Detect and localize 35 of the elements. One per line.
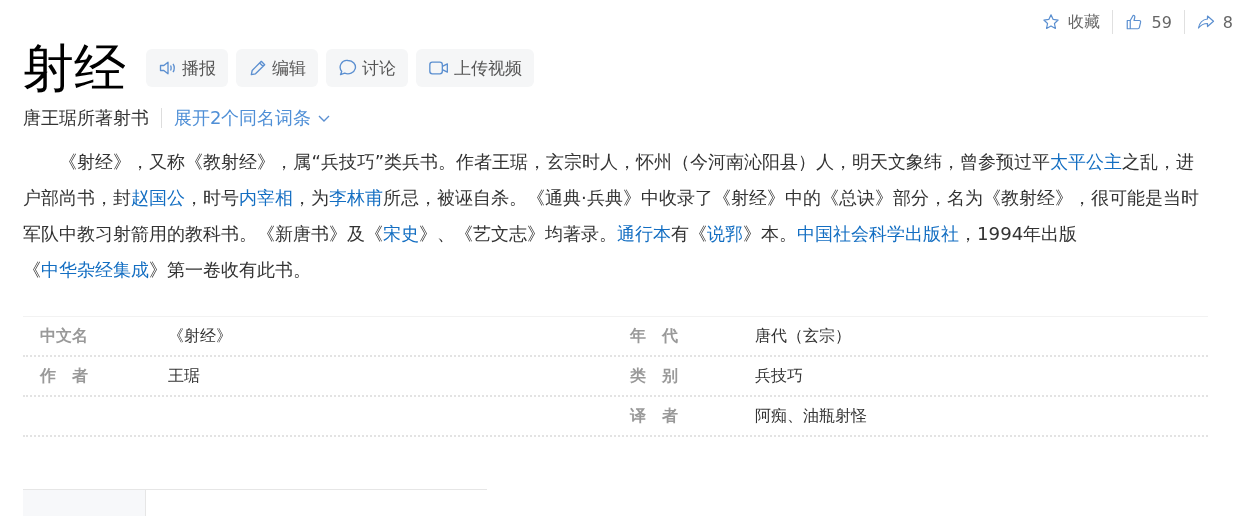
speech-bubble-icon [338,58,358,78]
field-label: 中文名 [40,325,88,347]
upload-video-button[interactable]: 上传视频 [416,49,534,87]
term-link[interactable]: 赵国公 [131,187,185,208]
expand-link[interactable]: 展开2个同名词条 [174,106,332,130]
field-label: 译者 [630,405,678,427]
star-icon [1042,13,1061,31]
term-link[interactable]: 中华杂经集成 [41,259,149,280]
term-link[interactable]: 通行本 [617,223,671,244]
field-value: 《射经》 [168,325,232,345]
field-label: 作者 [40,365,88,387]
term-link[interactable]: 宋史 [383,223,419,244]
term-link[interactable]: 说郛 [707,223,743,244]
summary-paragraph: 《射经》，又称《教射经》，属“兵技巧”类兵书。作者王琚，玄宗时人，怀州（今河南沁阳县）人，明天文象纬，曾参预过平太平公主之乱，进户部尚书，封赵国公，时号内宰相，为李林甫所忌，被诬自杀。《通典·兵典》中收录了《射经》中的《总诀》部分，名为《教射经》，很可能是当时军队中教习射箭用的教科书。《新唐书》及《宋史》、《艺文志》均著录。通行本有《说郛》本。中国社会科学出版社，1994年出版《中华杂经集成》第一卷收有此书。 [23,150,1200,282]
field-value: 王琚 [168,365,200,385]
page-title: 射经 [22,37,126,100]
like-button[interactable]: 59 [1125,12,1172,32]
read-aloud-button[interactable]: 播报 [146,49,228,87]
term-link[interactable]: 内宰相 [239,187,293,208]
term-link[interactable]: 李林甫 [329,187,383,208]
share-button[interactable]: 8 [1196,12,1233,32]
field-label: 类别 [630,365,678,387]
edit-button[interactable]: 编辑 [236,49,318,87]
share-icon [1196,13,1215,31]
term-link[interactable]: 中国社会科学出版社 [797,223,959,244]
discuss-button[interactable]: 讨论 [326,49,408,87]
subtitle: 唐王琚所著射书 [23,106,149,130]
field-value: 兵技巧 [755,365,803,385]
favorite-button[interactable]: 收藏 [1042,11,1101,33]
field-value: 阿痴、油瓶射怪 [755,405,867,425]
field-label: 年代 [630,325,678,347]
thumbs-up-icon [1125,13,1144,31]
term-link[interactable]: 太平公主 [1050,151,1123,172]
pencil-icon [248,58,268,78]
field-value: 唐代（玄宗） [755,325,851,345]
